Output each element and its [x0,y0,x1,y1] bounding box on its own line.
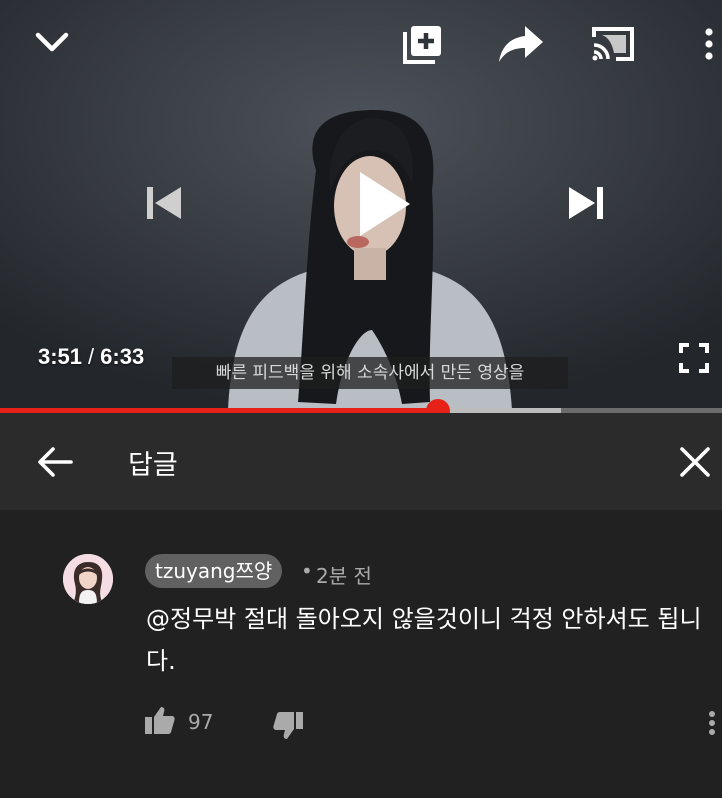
duration: 6:33 [100,344,145,369]
more-options-button[interactable] [698,22,720,66]
cast-button[interactable] [588,22,638,66]
arrow-back-icon [38,447,73,477]
avatar[interactable] [63,554,113,604]
subtitle-caption: 빠른 피드백을 위해 소속사에서 만든 영상을 [172,357,568,389]
more-vert-icon [709,711,715,735]
time-separator: / [88,344,95,369]
play-button[interactable] [346,168,418,240]
skip-next-icon [569,187,603,219]
like-button[interactable] [142,702,178,738]
cast-icon [592,27,634,61]
add-to-queue-button[interactable] [400,22,446,66]
current-time: 3:51 [38,344,83,369]
more-vert-icon [705,28,713,60]
share-button[interactable] [496,22,546,66]
dislike-button[interactable] [270,708,306,744]
author-name-chip[interactable]: tzuyang쯔양 [145,554,283,588]
back-button[interactable] [32,439,78,485]
comment-item: tzuyang쯔양 • 2분 전 @정무박 절대 돌아오지 않을것이니 걱정 안… [0,510,722,798]
avatar-image [63,554,113,604]
like-count: 97 [188,710,214,734]
replies-header: 답글 [0,413,722,510]
comment-timestamp: 2분 전 [316,564,372,588]
meta-separator: • [301,559,313,583]
fullscreen-icon [679,343,709,373]
thumbs-up-icon [145,707,175,734]
time-display: 3:51/6:33 [38,344,144,370]
chevron-down-icon [35,32,69,52]
add-to-queue-icon [403,26,441,64]
play-icon [360,172,410,236]
share-icon [499,26,543,62]
collapse-button[interactable] [30,22,74,62]
comment-more-button[interactable] [702,708,722,738]
comment-text: @정무박 절대 돌아오지 않을것이니 걱정 안하셔도 됩니다. [146,605,702,675]
video-player[interactable]: 3:51/6:33 빠른 피드백을 위해 소속사에서 만든 영상을 [0,0,722,410]
fullscreen-button[interactable] [676,340,712,376]
replies-title: 답글 [128,450,178,481]
close-icon [680,447,710,477]
next-video-button[interactable] [562,178,612,228]
thumbs-down-icon [273,712,303,739]
close-button[interactable] [672,439,718,485]
skip-previous-icon [147,187,181,219]
previous-video-button[interactable] [138,178,188,228]
